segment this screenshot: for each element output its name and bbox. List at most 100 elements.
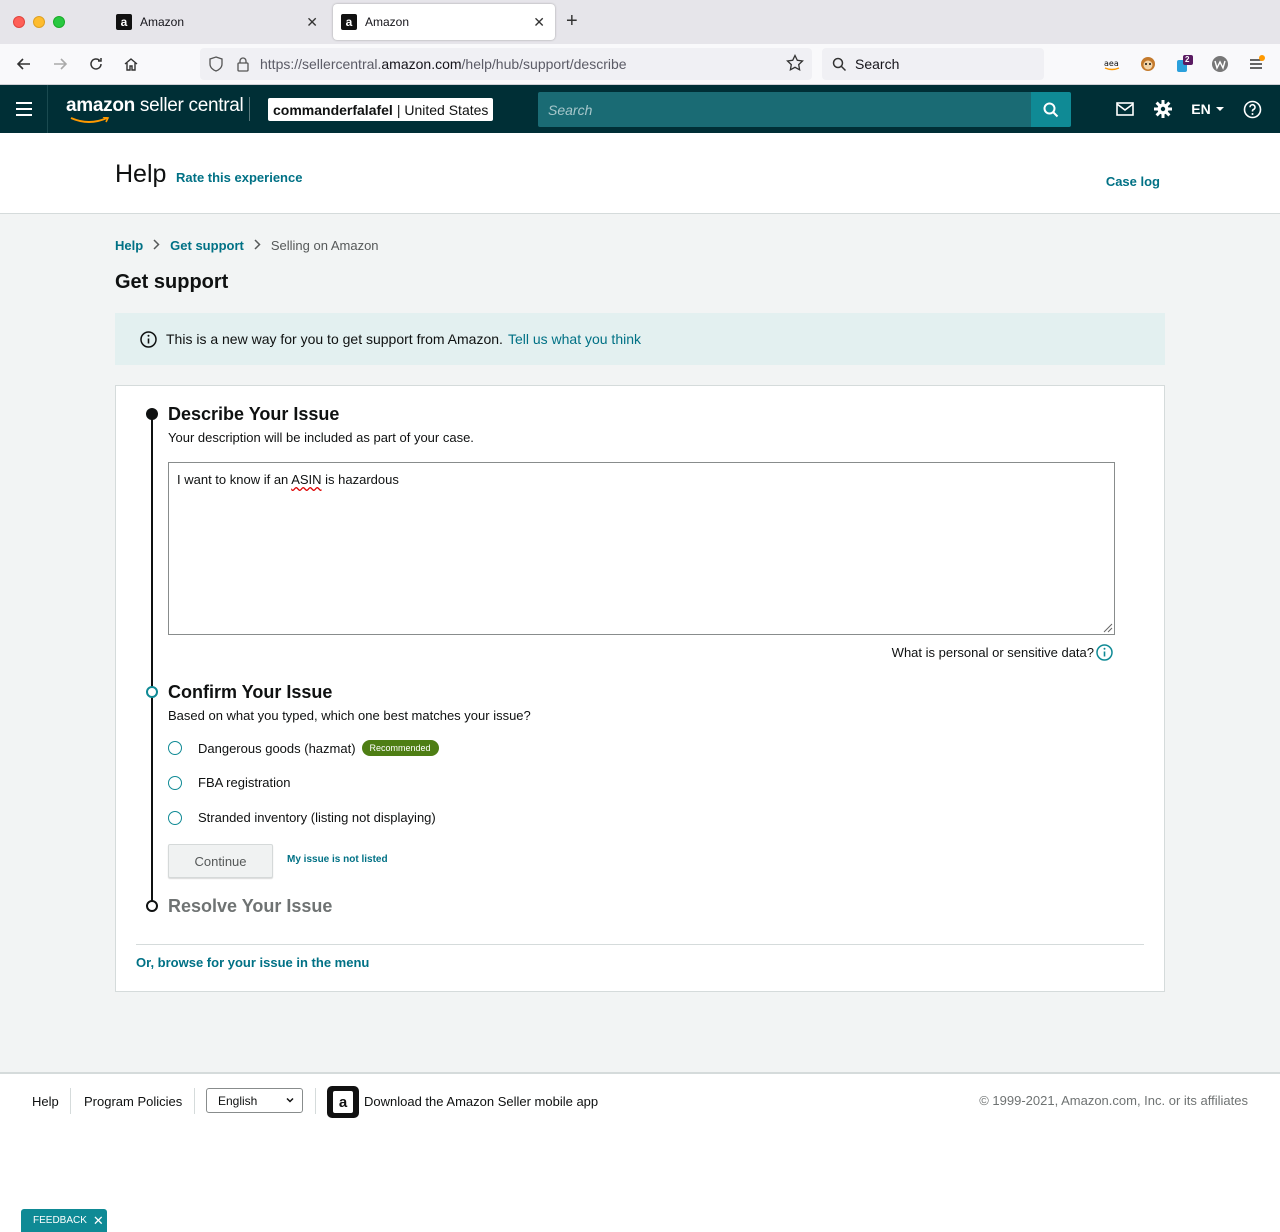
textarea-text: I want to know if an [177, 472, 292, 487]
card-divider [136, 944, 1144, 945]
new-tab-icon[interactable]: + [566, 10, 578, 33]
svg-text:aea: aea [1104, 59, 1119, 68]
header-divider [249, 97, 250, 121]
browser-tab-bar: a Amazon ✕ a Amazon ✕ + [0, 0, 1280, 44]
info-icon [140, 330, 157, 348]
footer-divider [70, 1088, 71, 1114]
radio-button[interactable] [168, 810, 182, 825]
confirm-step-subtitle: Based on what you typed, which one best … [168, 708, 531, 723]
tab-close-icon[interactable]: ✕ [306, 14, 318, 31]
continue-button[interactable]: Continue [168, 844, 273, 878]
breadcrumb: Help Get support Selling on Amazon [115, 238, 379, 253]
account-switcher[interactable]: commanderfalafel | United States [268, 98, 494, 121]
w-extension-icon[interactable] [1210, 54, 1230, 74]
seller-app-icon[interactable]: a [327, 1086, 359, 1118]
download-app-link[interactable]: Download the Amazon Seller mobile app [364, 1094, 598, 1109]
info-banner: This is a new way for you to get support… [115, 313, 1165, 365]
mail-icon[interactable] [1116, 98, 1134, 120]
tab-close-icon[interactable]: ✕ [533, 14, 545, 31]
account-name: commanderfalafel [273, 101, 393, 118]
option-label[interactable]: FBA registration [198, 775, 291, 790]
issue-option[interactable]: Dangerous goods (hazmat) Recommended [168, 740, 439, 756]
seller-search-placeholder: Search [548, 101, 593, 118]
window-zoom-button[interactable] [53, 16, 65, 28]
extension-badge-count: 2 [1185, 55, 1190, 64]
browse-menu-link[interactable]: Or, browse for your issue in the menu [136, 955, 369, 970]
help-title: Help [115, 160, 167, 188]
lock-icon[interactable] [236, 56, 250, 72]
radio-button[interactable] [168, 741, 182, 755]
forward-arrow-icon[interactable] [50, 54, 70, 74]
breadcrumb-help[interactable]: Help [115, 238, 143, 253]
shield-icon[interactable] [208, 56, 224, 72]
step-dot-describe [146, 408, 158, 420]
copyright-text: © 1999-2021, Amazon.com, Inc. or its aff… [979, 1093, 1248, 1108]
footer-language-select[interactable]: English [206, 1088, 303, 1113]
seller-search-button[interactable] [1031, 92, 1071, 127]
page-footer: Help Program Policies English a Download… [0, 1072, 1280, 1232]
sensitive-data-link[interactable]: What is personal or sensitive data? [892, 644, 1113, 661]
close-icon[interactable]: ✕ [93, 1213, 104, 1229]
window-minimize-button[interactable] [33, 16, 45, 28]
tell-us-link[interactable]: Tell us what you think [508, 331, 641, 347]
settings-gear-icon[interactable] [1153, 98, 1173, 120]
footer-help-link[interactable]: Help [32, 1094, 59, 1109]
main-content: Help Get support Selling on Amazon Get s… [0, 214, 1280, 1072]
caret-down-icon [1215, 107, 1224, 111]
url-path: /help/hub/support/describe [461, 56, 627, 72]
info-icon[interactable] [1096, 644, 1113, 661]
search-icon [832, 57, 847, 71]
bookmark-star-icon[interactable] [786, 54, 804, 72]
describe-step-title: Describe Your Issue [168, 404, 340, 424]
monkey-extension-icon[interactable] [1138, 54, 1158, 74]
hamburger-menu-icon[interactable] [0, 85, 48, 133]
url-bar[interactable]: https://sellercentral.amazon.com/help/hu… [200, 48, 812, 80]
option-label[interactable]: Dangerous goods (hazmat) [198, 741, 356, 756]
language-selector[interactable]: EN [1191, 98, 1225, 120]
browser-tab-1[interactable]: a Amazon ✕ [108, 0, 328, 44]
feedback-button[interactable]: FEEDBACK ✕ [21, 1209, 107, 1232]
case-log-link[interactable]: Case log [1106, 174, 1160, 189]
logo-amazon-text: amazon [66, 95, 135, 116]
url-text[interactable]: https://sellercentral.amazon.com/help/hu… [260, 56, 627, 72]
amazon-smile-icon [70, 117, 110, 123]
home-icon[interactable] [121, 54, 141, 74]
window-close-button[interactable] [13, 16, 25, 28]
help-icon[interactable] [1242, 98, 1262, 120]
banner-text: This is a new way for you to get support… [166, 331, 503, 347]
resize-handle-icon[interactable] [1101, 621, 1113, 633]
describe-step-subtitle: Your description will be included as par… [168, 430, 474, 445]
app-menu-icon[interactable] [1246, 54, 1266, 74]
breadcrumb-get-support[interactable]: Get support [170, 238, 244, 253]
footer-program-policies-link[interactable]: Program Policies [84, 1094, 182, 1109]
chevron-right-icon [153, 238, 160, 253]
footer-language-value: English [218, 1093, 258, 1108]
reload-icon[interactable] [86, 54, 106, 74]
browser-tab-2[interactable]: a Amazon ✕ [333, 4, 555, 40]
issue-option[interactable]: Stranded inventory (listing not displayi… [168, 810, 436, 825]
step-dot-resolve [146, 900, 158, 912]
radio-button[interactable] [168, 775, 182, 790]
issue-not-listed-link[interactable]: My issue is not listed [287, 854, 388, 865]
seller-search-input[interactable]: Search [538, 92, 1032, 127]
feedback-label: FEEDBACK [33, 1215, 87, 1226]
confirm-step-title: Confirm Your Issue [168, 682, 333, 702]
notification-extension-icon[interactable]: 2 [1174, 54, 1194, 74]
amazon-assistant-extension-icon[interactable]: aea [1102, 54, 1122, 74]
account-region: | United States [396, 101, 489, 118]
back-arrow-icon[interactable] [14, 54, 34, 74]
textarea-misspelled-word: ASIN [291, 472, 322, 487]
recommended-badge: Recommended [361, 740, 439, 756]
option-label[interactable]: Stranded inventory (listing not displayi… [198, 810, 436, 825]
seller-central-logo[interactable]: amazon seller central [66, 95, 244, 123]
chevron-down-icon [286, 1097, 294, 1103]
issue-description-textarea[interactable]: I want to know if an ASIN is hazardous [168, 462, 1115, 635]
issue-option[interactable]: FBA registration [168, 775, 291, 790]
browser-search-placeholder: Search [855, 56, 900, 72]
search-icon [1043, 102, 1059, 117]
browser-search-input[interactable]: Search [822, 48, 1044, 80]
rate-experience-link[interactable]: Rate this experience [176, 170, 302, 185]
language-label: EN [1191, 101, 1211, 117]
tab-title: Amazon [365, 15, 410, 29]
resolve-step-title: Resolve Your Issue [168, 896, 333, 916]
